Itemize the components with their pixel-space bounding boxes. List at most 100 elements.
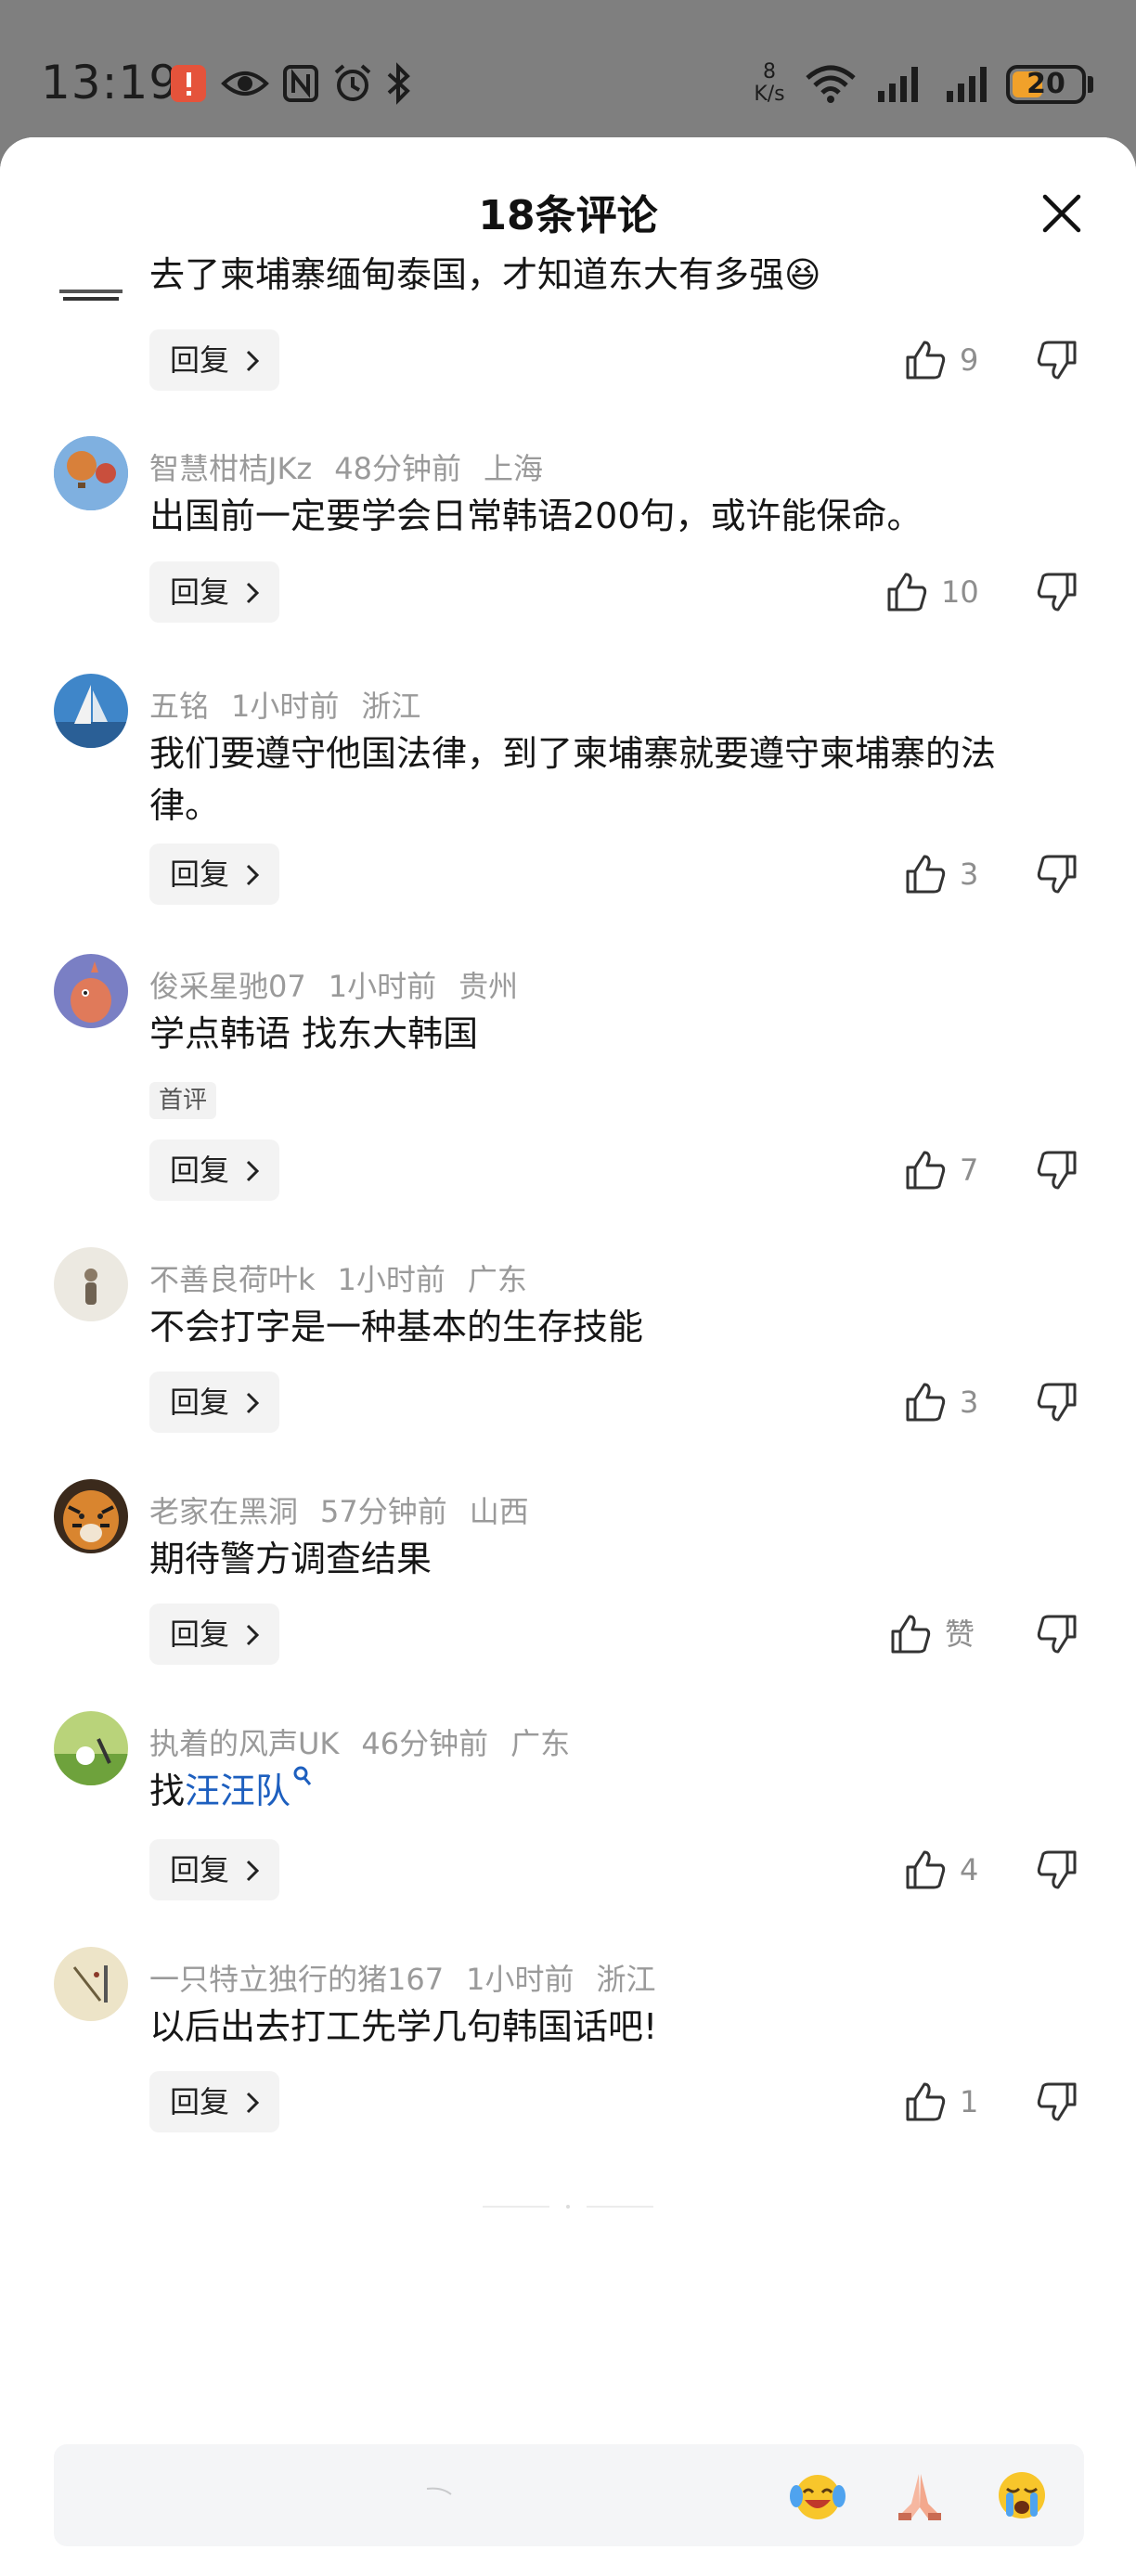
chevron-right-icon (246, 582, 259, 604)
comment-text: 出国前一定要学会日常韩语200句，或许能保命。 (149, 496, 923, 536)
avatar[interactable] (54, 436, 128, 510)
avatar-logo-icon (59, 290, 123, 301)
username[interactable]: 智慧柑桔JKz (149, 451, 312, 486)
thumbs-down-icon[interactable] (1036, 1613, 1078, 1655)
avatar[interactable] (54, 275, 128, 312)
search-icon[interactable] (292, 1765, 313, 1789)
thumbs-down-icon[interactable] (1036, 1848, 1078, 1891)
timestamp: 1小时前 (466, 1962, 574, 1997)
first-comment-badge: 首评 (149, 1082, 217, 1119)
timestamp: 46分钟前 (361, 1726, 489, 1761)
like-count: 4 (960, 1852, 979, 1887)
comment-item: 执着的风声UK 46分钟前 广东 找汪汪队 回复 4 (0, 1711, 1136, 1947)
avatar[interactable] (54, 674, 128, 748)
sheet-title: 18条评论 (478, 192, 658, 239)
praying-hands-emoji-icon[interactable] (891, 2467, 949, 2524)
close-icon[interactable] (1038, 189, 1086, 238)
reply-button[interactable]: 回复 (149, 1140, 279, 1201)
thumbs-up-icon[interactable] (889, 1613, 932, 1655)
comment-text: 期待警方调查结果 (149, 1539, 432, 1579)
thumbs-up-icon[interactable] (904, 2080, 947, 2123)
username[interactable]: 五铭 (149, 689, 209, 724)
location: 山西 (469, 1494, 529, 1529)
thumbs-up-icon[interactable] (904, 1149, 947, 1191)
sailboat-avatar-icon (54, 674, 128, 748)
chevron-right-icon (246, 864, 259, 886)
reply-button[interactable]: 回复 (149, 844, 279, 905)
alert-icon (171, 65, 206, 102)
username[interactable]: 一只特立独行的猪167 (149, 1962, 444, 1997)
username[interactable]: 不善良荷叶k (149, 1262, 316, 1297)
comment-text: 去了柬埔寨缅甸泰国，才知道东大有多强😆 (149, 254, 821, 295)
signal-icon (947, 67, 987, 102)
reply-button[interactable]: 回复 (149, 1839, 279, 1900)
avatar[interactable] (54, 1947, 128, 2021)
hot-air-balloon-avatar-icon (54, 436, 128, 510)
username[interactable]: 执着的风声UK (149, 1726, 339, 1761)
avatar[interactable] (54, 1247, 128, 1321)
thumbs-down-icon[interactable] (1036, 339, 1078, 381)
avatar[interactable] (54, 1479, 128, 1553)
avatar[interactable] (54, 1711, 128, 1785)
timestamp: 57分钟前 (320, 1494, 447, 1529)
alarm-icon (334, 64, 371, 101)
golf-avatar-icon (54, 1711, 128, 1785)
username[interactable]: 老家在黑洞 (149, 1494, 298, 1529)
thumbs-down-icon[interactable] (1036, 571, 1078, 613)
signal-icon (878, 67, 918, 102)
location: 上海 (483, 451, 543, 486)
end-of-list-divider (483, 2205, 653, 2209)
reply-button[interactable]: 回复 (149, 329, 279, 391)
laughing-crying-emoji-icon[interactable] (789, 2467, 846, 2524)
comment-meta: 一只特立独行的猪167 1小时前 浙江 (149, 1956, 678, 1999)
chevron-right-icon (246, 1392, 259, 1414)
like-count: 7 (960, 1153, 979, 1188)
location: 浙江 (361, 689, 421, 724)
crying-emoji-icon[interactable] (993, 2467, 1051, 2524)
thumbs-up-icon[interactable] (904, 1848, 947, 1891)
location: 广东 (510, 1726, 571, 1761)
location: 贵州 (458, 969, 519, 1004)
thumbs-down-icon[interactable] (1036, 2080, 1078, 2123)
reply-button[interactable]: 回复 (149, 1372, 279, 1433)
status-bar: 13:19 8 K/s 20 (0, 0, 1136, 139)
thumbs-up-icon[interactable] (904, 853, 947, 895)
chevron-right-icon (246, 2092, 259, 2114)
comment-meta: 执着的风声UK 46分钟前 广东 (149, 1720, 592, 1763)
chevron-right-icon (246, 1160, 259, 1182)
status-time: 13:19 (41, 56, 180, 109)
timestamp: 1小时前 (337, 1262, 445, 1297)
sheet-header: 18条评论 (0, 137, 1136, 249)
thumbs-up-icon[interactable] (885, 571, 928, 613)
battery-indicator: 20 (1006, 65, 1086, 104)
comment-text: 找汪汪队 (149, 1765, 1059, 1817)
tiger-avatar-icon (54, 1479, 128, 1553)
like-count: 3 (960, 1385, 979, 1420)
thumbs-up-icon[interactable] (904, 1381, 947, 1423)
bluetooth-icon (387, 62, 410, 105)
wifi-icon (806, 65, 856, 103)
thumbs-up-icon[interactable] (904, 339, 947, 381)
comment-meta: 俊采星驰07 1小时前 贵州 (149, 963, 540, 1006)
reply-button[interactable]: 回复 (149, 1604, 279, 1665)
comment-meta: 智慧柑桔JKz 48分钟前 上海 (149, 445, 565, 488)
timestamp: 1小时前 (328, 969, 437, 1004)
comment-input[interactable] (54, 2444, 1084, 2546)
reply-button[interactable]: 回复 (149, 561, 279, 623)
username[interactable]: 俊采星驰07 (149, 969, 306, 1004)
comment-text: 我们要遵守他国法律，到了柬埔寨就要遵守柬埔寨的法律。 (149, 733, 997, 826)
thumbs-down-icon[interactable] (1036, 1149, 1078, 1191)
thumbs-down-icon[interactable] (1036, 1381, 1078, 1423)
thumbs-down-icon[interactable] (1036, 853, 1078, 895)
search-link[interactable]: 汪汪队 (185, 1771, 290, 1811)
comment-meta: 五铭 1小时前 浙江 (149, 683, 443, 726)
reply-button[interactable]: 回复 (149, 2071, 279, 2132)
comment-text-prefix: 找 (149, 1771, 186, 1811)
location: 浙江 (596, 1962, 656, 1997)
calligraphy-avatar-icon (54, 1947, 128, 2021)
comment-item: 俊采星驰07 1小时前 贵州 学点韩语 找东大韩国 首评 回复 7 (0, 954, 1136, 1242)
eye-icon (221, 71, 269, 96)
comment-item: 五铭 1小时前 浙江 我们要遵守他国法律，到了柬埔寨就要遵守柬埔寨的法律。 回复 3 (0, 674, 1136, 952)
avatar[interactable] (54, 954, 128, 1028)
comment-text: 以后出去打工先学几句韩国话吧! (149, 2006, 658, 2047)
